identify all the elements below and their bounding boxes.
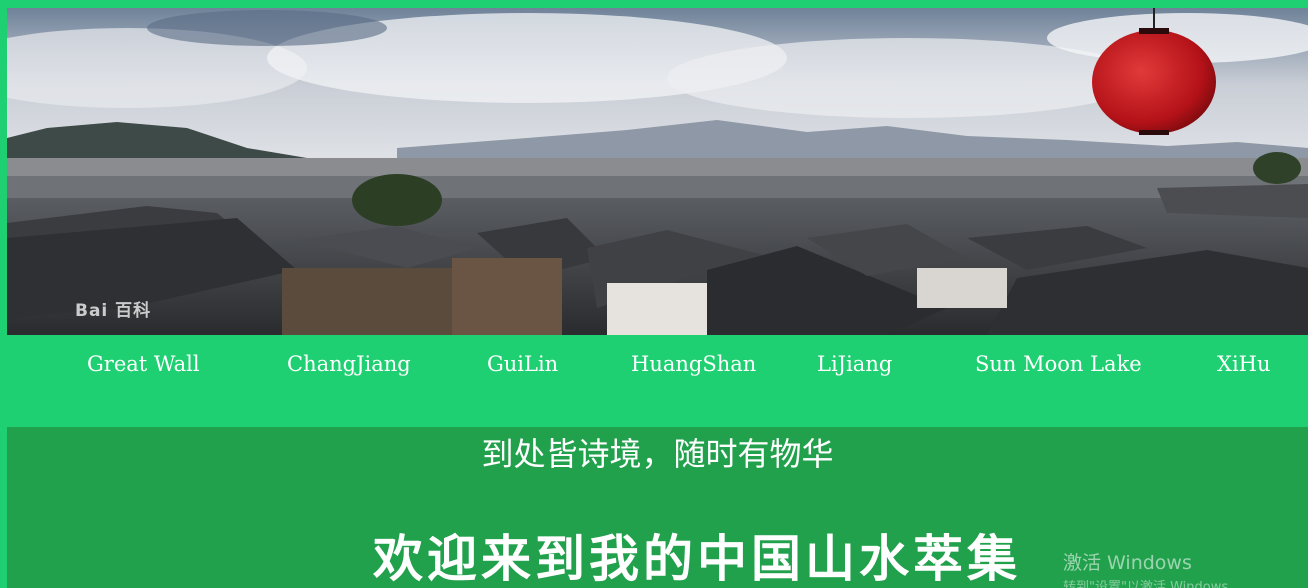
main-nav: Great Wall ChangJiang GuiLin HuangShan L… xyxy=(0,336,1308,426)
nav-item-sun-moon-lake[interactable]: Sun Moon Lake xyxy=(975,352,1142,376)
lijiang-rooftops-photo xyxy=(7,8,1308,335)
baidu-watermark: Bai 百科 xyxy=(75,301,152,321)
nav-item-great-wall[interactable]: Great Wall xyxy=(87,352,200,376)
nav-item-xihu[interactable]: XiHu xyxy=(1217,352,1271,376)
hero-banner-image: Bai 百科 xyxy=(7,8,1308,335)
nav-item-huangshan[interactable]: HuangShan xyxy=(631,352,756,376)
nav-item-lijiang[interactable]: LiJiang xyxy=(817,352,892,376)
windows-activation-subtitle: 转到"设置"以激活 Windows。 xyxy=(1063,580,1242,588)
nav-item-guilin[interactable]: GuiLin xyxy=(487,352,558,376)
motto-text: 到处皆诗境，随时有物华 xyxy=(481,435,834,473)
windows-activation-title: 激活 Windows xyxy=(1063,552,1192,574)
nav-item-changjiang[interactable]: ChangJiang xyxy=(287,352,411,376)
